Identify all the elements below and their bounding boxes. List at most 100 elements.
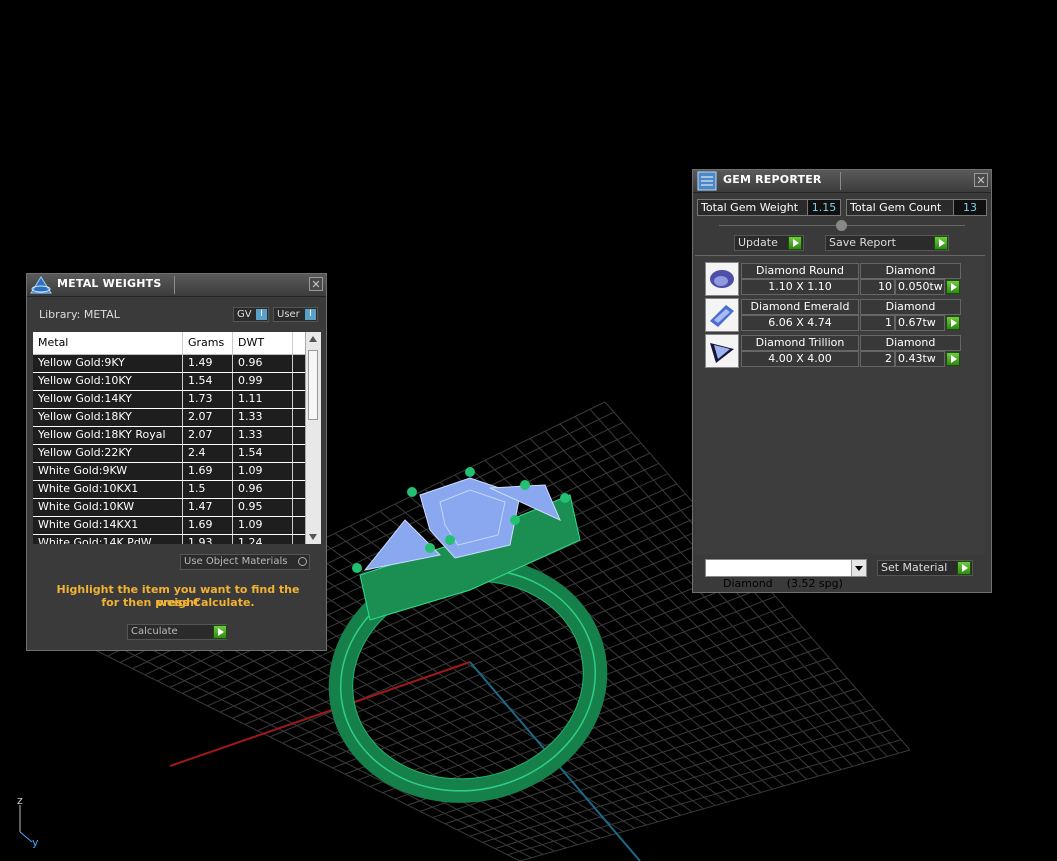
table-row[interactable]: Yellow Gold:18KY Royal 2.07 1.33: [33, 427, 321, 445]
cell-metal: Yellow Gold:18KY: [33, 409, 183, 426]
save-report-button[interactable]: Save Report: [825, 235, 949, 251]
update-label: Update: [738, 236, 778, 249]
table-row[interactable]: Yellow Gold:18KY 2.07 1.33: [33, 409, 321, 427]
total-gem-count-field: Total Gem Count 13: [846, 199, 987, 216]
cell-grams: 2.07: [183, 427, 233, 444]
cell-grams: 1.73: [183, 391, 233, 408]
table-row[interactable]: White Gold:9KW 1.69 1.09: [33, 463, 321, 481]
table-row[interactable]: White Gold:14KX1 1.69 1.09: [33, 517, 321, 535]
total-gem-weight-label: Total Gem Weight: [701, 201, 799, 214]
gem-material: Diamond: [860, 299, 961, 315]
cell-dwt: 0.95: [233, 499, 293, 516]
metal-weights-titlebar[interactable]: METAL WEIGHTS ✕: [27, 274, 326, 297]
gem-row-emerald[interactable]: Diamond Emerald Diamond 6.06 X 4.74 1 0.…: [705, 298, 963, 332]
calculate-arrow-icon[interactable]: [213, 625, 227, 639]
gem-size: 1.10 X 1.10: [741, 279, 859, 295]
axis-triad: z y: [17, 794, 39, 849]
cell-grams: 2.4: [183, 445, 233, 462]
gem-arrow-icon[interactable]: [946, 316, 960, 330]
y-axis-label: y: [32, 836, 39, 849]
total-gem-count-label: Total Gem Count: [850, 201, 942, 214]
cell-metal: Yellow Gold:9KY: [33, 355, 183, 372]
gem-row-trillion[interactable]: Diamond Trillion Diamond 4.00 X 4.00 2 0…: [705, 334, 963, 368]
table-row[interactable]: White Gold:14K PdW 1.93 1.24: [33, 535, 321, 544]
gem-weight: 0.67tw: [895, 315, 945, 331]
metal-rows: Yellow Gold:9KY 1.49 0.96 Yellow Gold:10KY 1…: [33, 355, 321, 544]
cell-grams: 1.69: [183, 463, 233, 480]
cell-grams: 1.47: [183, 499, 233, 516]
metal-weights-panel: METAL WEIGHTS ✕ Library: METAL GV I User…: [26, 273, 327, 651]
column-header-dwt[interactable]: DWT: [233, 332, 293, 354]
gem-material: Diamond: [860, 335, 961, 351]
cell-metal: White Gold:10KW: [33, 499, 183, 516]
cell-metal: White Gold:14K PdW: [33, 535, 183, 544]
cell-metal: White Gold:10KX1: [33, 481, 183, 498]
gem-arrow-icon[interactable]: [946, 352, 960, 366]
use-object-materials-toggle[interactable]: Use Object Materials: [180, 554, 310, 570]
cell-grams: 1.54: [183, 373, 233, 390]
save-report-arrow-icon[interactable]: [934, 236, 948, 250]
gem-list: Diamond Round Diamond 1.10 X 1.10 10 0.0…: [695, 255, 985, 554]
cell-grams: 1.49: [183, 355, 233, 372]
table-row[interactable]: White Gold:10KX1 1.5 0.96: [33, 481, 321, 499]
gem-count: 1: [860, 315, 895, 331]
gv-toggle[interactable]: GV I: [233, 307, 269, 322]
trillion-gem-icon: [705, 334, 739, 368]
cell-dwt: 0.96: [233, 355, 293, 372]
cell-dwt: 1.33: [233, 409, 293, 426]
user-toggle[interactable]: User I: [273, 307, 318, 322]
scroll-thumb[interactable]: [308, 350, 318, 420]
gem-reporter-titlebar[interactable]: GEM REPORTER ✕: [693, 170, 991, 193]
metal-weights-table: Metal Grams DWT Yellow Gold:9KY 1.49 0.96 Y…: [33, 332, 321, 544]
save-report-label: Save Report: [829, 236, 896, 249]
cell-metal: Yellow Gold:18KY Royal: [33, 427, 183, 444]
cell-metal: Yellow Gold:22KY: [33, 445, 183, 462]
table-scrollbar[interactable]: [305, 332, 321, 544]
table-row[interactable]: Yellow Gold:14KY 1.73 1.11: [33, 391, 321, 409]
report-sheet-icon: [697, 171, 717, 191]
radio-icon: [298, 557, 307, 566]
use-object-materials-label: Use Object Materials: [184, 556, 288, 567]
cell-dwt: 1.11: [233, 391, 293, 408]
cell-dwt: 1.09: [233, 517, 293, 534]
close-icon[interactable]: ✕: [974, 173, 988, 187]
table-row[interactable]: Yellow Gold:10KY 1.54 0.99: [33, 373, 321, 391]
hint-line-2: for then press Calculate.: [101, 596, 255, 609]
user-label: User: [277, 309, 300, 320]
cell-dwt: 1.33: [233, 427, 293, 444]
cell-grams: 1.5: [183, 481, 233, 498]
material-select[interactable]: Diamond (3.52 spg): [705, 559, 867, 590]
scroll-down-icon[interactable]: [309, 534, 317, 540]
gem-row-round[interactable]: Diamond Round Diamond 1.10 X 1.10 10 0.0…: [705, 262, 963, 296]
calculate-button[interactable]: Calculate: [127, 624, 227, 640]
gem-arrow-icon[interactable]: [946, 280, 960, 294]
gem-count: 10: [860, 279, 895, 295]
z-axis-label: z: [17, 794, 23, 807]
gem-weight: 0.43tw: [895, 351, 945, 367]
cell-metal: White Gold:9KW: [33, 463, 183, 480]
column-header-metal[interactable]: Metal: [33, 332, 183, 354]
table-row[interactable]: White Gold:10KW 1.47 0.95: [33, 499, 321, 517]
gem-reporter-title: GEM REPORTER: [723, 173, 822, 186]
collapse-icon[interactable]: [836, 220, 847, 231]
scroll-up-icon[interactable]: [309, 336, 317, 342]
round-gem-icon: [705, 262, 739, 296]
close-icon[interactable]: ✕: [309, 277, 323, 291]
set-material-arrow-icon[interactable]: [957, 561, 971, 575]
cell-dwt: 1.09: [233, 463, 293, 480]
cell-grams: 1.93: [183, 535, 233, 544]
chevron-down-icon[interactable]: [851, 560, 866, 576]
column-header-grams[interactable]: Grams: [183, 332, 233, 354]
library-label: Library: METAL: [39, 308, 120, 321]
gv-indicator-icon: I: [256, 309, 267, 320]
table-row[interactable]: Yellow Gold:22KY 2.4 1.54: [33, 445, 321, 463]
table-row[interactable]: Yellow Gold:9KY 1.49 0.96: [33, 355, 321, 373]
gem-name: Diamond Emerald: [741, 299, 859, 315]
table-header: Metal Grams DWT: [33, 332, 321, 355]
cell-dwt: 0.96: [233, 481, 293, 498]
total-gem-weight-field: Total Gem Weight 1.15: [697, 199, 841, 216]
update-arrow-icon[interactable]: [788, 236, 802, 250]
cell-dwt: 1.54: [233, 445, 293, 462]
gem-material: Diamond: [860, 263, 961, 279]
gem-name: Diamond Round: [741, 263, 859, 279]
